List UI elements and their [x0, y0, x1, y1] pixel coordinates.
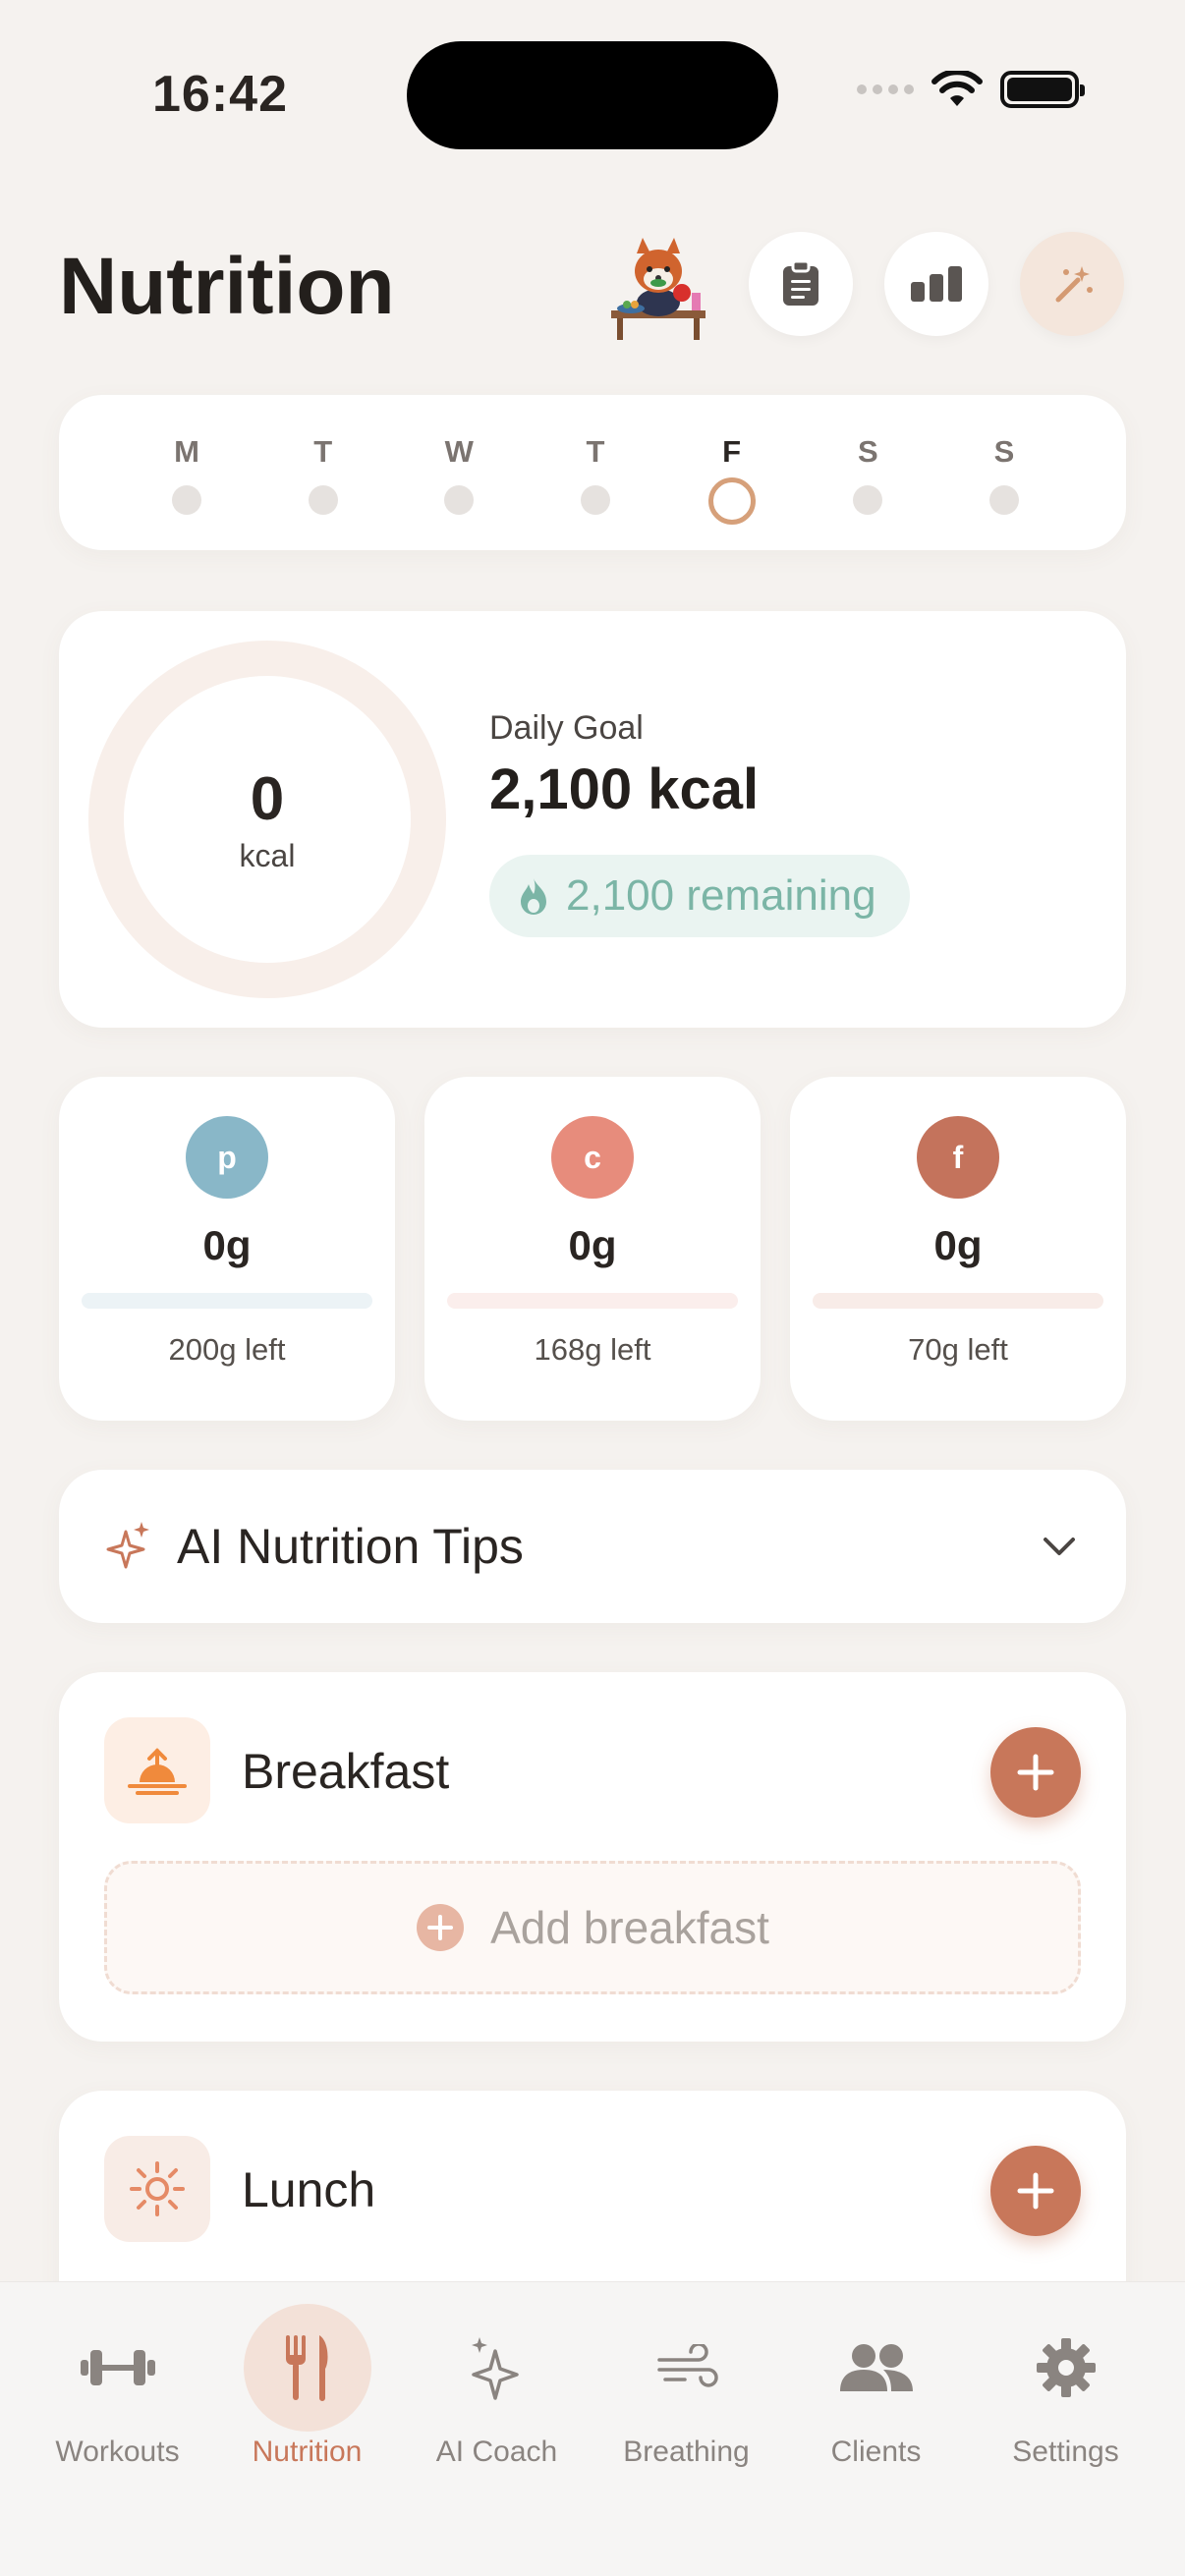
- gear-icon: [1002, 2304, 1130, 2432]
- protein-progress-bar: [82, 1293, 372, 1309]
- status-time: 16:42: [152, 66, 288, 123]
- tab-label: Breathing: [623, 2436, 750, 2468]
- remaining-badge: 2,100 remaining: [489, 855, 910, 937]
- tab-bar: Workouts Nutrition AI Coach Breathing Cl…: [0, 2281, 1185, 2576]
- wifi-icon: [931, 71, 983, 106]
- wind-icon: [623, 2304, 751, 2432]
- tab-label: Workouts: [55, 2436, 180, 2468]
- dynamic-island: [407, 41, 778, 149]
- remaining-text: 2,100 remaining: [566, 871, 876, 920]
- add-lunch-button[interactable]: [990, 2146, 1081, 2236]
- daily-goal-value: 2,100 kcal: [489, 757, 760, 821]
- add-breakfast-area[interactable]: Add breakfast: [104, 1861, 1081, 1994]
- bar-chart-icon: [911, 266, 962, 302]
- day-label: S: [857, 434, 878, 469]
- tab-label: AI Coach: [435, 2436, 558, 2468]
- sparkles-icon: [433, 2304, 561, 2432]
- protein-value: 0g: [202, 1222, 252, 1268]
- day-monday[interactable]: M: [147, 395, 226, 550]
- day-sunday[interactable]: S: [965, 395, 1044, 550]
- day-label: W: [444, 434, 474, 469]
- stats-button[interactable]: [884, 232, 988, 336]
- fat-progress-bar: [813, 1293, 1103, 1309]
- day-saturday[interactable]: S: [828, 395, 907, 550]
- tab-label: Settings: [1012, 2436, 1119, 2468]
- carbs-progress-bar: [447, 1293, 738, 1309]
- fork-knife-icon: [243, 2304, 371, 2432]
- day-tuesday[interactable]: T: [284, 395, 363, 550]
- day-indicator: [580, 485, 610, 515]
- protein-remaining: 200g left: [168, 1332, 286, 1367]
- carbs-badge: c: [551, 1116, 634, 1199]
- plus-icon: [1017, 2172, 1054, 2210]
- sun-icon: [104, 2136, 210, 2242]
- daily-goal-label: Daily Goal: [489, 709, 644, 747]
- add-breakfast-button[interactable]: [990, 1727, 1081, 1818]
- tab-nutrition[interactable]: Nutrition: [212, 2304, 402, 2469]
- plus-icon: [1017, 1754, 1054, 1791]
- breakfast-title: Breakfast: [242, 1744, 450, 1799]
- tab-settings[interactable]: Settings: [971, 2304, 1160, 2469]
- day-wednesday[interactable]: W: [420, 395, 498, 550]
- fat-value: 0g: [933, 1222, 983, 1268]
- day-label: S: [993, 434, 1015, 469]
- tab-label: Clients: [830, 2436, 922, 2468]
- battery-icon: [1000, 71, 1085, 108]
- calories-unit: kcal: [239, 838, 296, 873]
- tab-label: Nutrition: [252, 2436, 363, 2468]
- red-panda-mascot-icon: [611, 238, 705, 340]
- clipboard-icon: [783, 260, 818, 306]
- tab-ai-coach[interactable]: AI Coach: [402, 2304, 592, 2469]
- breakfast-card: Breakfast Add breakfast: [59, 1672, 1126, 2042]
- day-indicator: [444, 485, 475, 515]
- day-label: M: [174, 434, 199, 469]
- signal-icon: [857, 84, 914, 94]
- day-label: T: [586, 434, 605, 469]
- day-friday[interactable]: F: [693, 395, 771, 550]
- status-icons: [857, 71, 1085, 108]
- ai-nutrition-tips-toggle[interactable]: AI Nutrition Tips: [59, 1470, 1126, 1623]
- daily-goal-card: 0 kcal Daily Goal 2,100 kcal 2,100 remai…: [59, 611, 1126, 1028]
- food-log-button[interactable]: [749, 232, 853, 336]
- fat-remaining: 70g left: [908, 1332, 1008, 1367]
- tab-clients[interactable]: Clients: [781, 2304, 971, 2469]
- lunch-title: Lunch: [242, 2162, 376, 2217]
- protein-card: p 0g 200g left: [59, 1077, 395, 1421]
- calories-consumed: 0: [250, 765, 285, 833]
- sunrise-icon: [104, 1717, 210, 1823]
- day-label: F: [722, 434, 742, 469]
- plus-circle-icon: [417, 1904, 465, 1951]
- carbs-card: c 0g 168g left: [424, 1077, 761, 1421]
- nutrition-screen: 16:42 Nutrition M T W T F S S 0 kcal Dai…: [0, 0, 1185, 2576]
- chevron-down-icon: [1044, 1538, 1075, 1555]
- calorie-ring: 0 kcal: [88, 641, 446, 998]
- magic-button[interactable]: [1020, 232, 1124, 336]
- add-breakfast-label: Add breakfast: [490, 1902, 769, 1953]
- ai-tips-title: AI Nutrition Tips: [177, 1519, 524, 1574]
- day-indicator: [988, 485, 1019, 515]
- tab-workouts[interactable]: Workouts: [23, 2304, 212, 2469]
- day-indicator: [172, 485, 201, 515]
- day-indicator: [308, 485, 338, 515]
- day-thursday[interactable]: T: [556, 395, 635, 550]
- people-icon: [813, 2304, 940, 2432]
- day-indicator-selected: [707, 477, 756, 525]
- day-label: T: [313, 434, 333, 469]
- week-selector: M T W T F S S: [59, 395, 1126, 550]
- protein-badge: p: [186, 1116, 268, 1199]
- sparkles-icon: [106, 1522, 149, 1569]
- carbs-remaining: 168g left: [534, 1332, 651, 1367]
- day-indicator: [853, 485, 883, 515]
- fat-card: f 0g 70g left: [790, 1077, 1126, 1421]
- flame-icon: [521, 878, 546, 915]
- carbs-value: 0g: [568, 1222, 617, 1268]
- fat-badge: f: [917, 1116, 999, 1199]
- dumbbell-icon: [54, 2304, 182, 2432]
- page-title: Nutrition: [59, 242, 395, 331]
- tab-breathing[interactable]: Breathing: [592, 2304, 781, 2469]
- magic-wand-icon: [1055, 266, 1093, 303]
